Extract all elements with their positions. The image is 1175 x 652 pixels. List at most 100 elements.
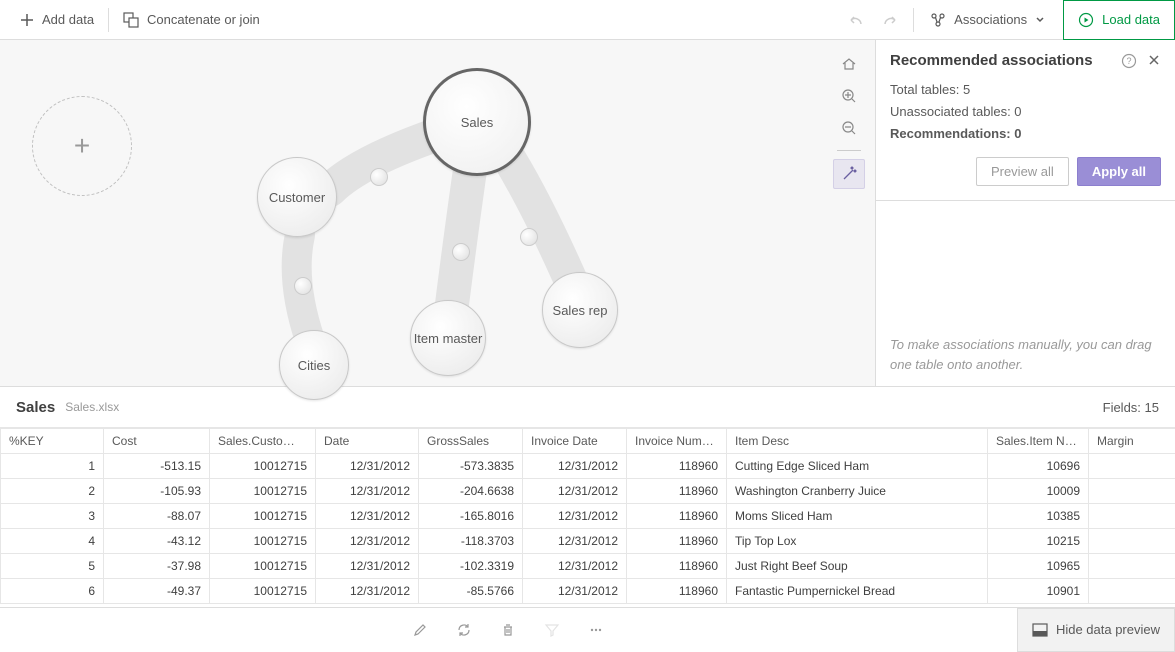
refresh-icon[interactable] xyxy=(456,622,472,638)
table-cell: 10012715 xyxy=(210,579,316,604)
canvas-toolbar xyxy=(833,50,865,189)
home-button[interactable] xyxy=(834,50,864,78)
column-header[interactable]: Sales.Item N… xyxy=(988,429,1089,454)
table-cell: 5 xyxy=(1,554,104,579)
table-cell: 10215 xyxy=(988,529,1089,554)
table-cell: 10012715 xyxy=(210,479,316,504)
table-cell xyxy=(1089,454,1175,479)
close-icon[interactable] xyxy=(1147,53,1161,69)
link-dot xyxy=(520,228,538,246)
concatenate-label: Concatenate or join xyxy=(147,12,260,27)
link-dot xyxy=(370,168,388,186)
magic-wand-button[interactable] xyxy=(833,159,865,189)
delete-icon[interactable] xyxy=(500,622,516,638)
help-icon[interactable]: ? xyxy=(1121,53,1137,69)
column-header[interactable]: Item Desc xyxy=(727,429,988,454)
divider xyxy=(913,8,914,32)
bubble-label: Item master xyxy=(414,331,483,346)
column-header[interactable]: Invoice Num… xyxy=(627,429,727,454)
recommendations-panel: Recommended associations ? Total tables:… xyxy=(875,40,1175,386)
table-row[interactable]: 1-513.151001271512/31/2012-573.383512/31… xyxy=(1,454,1175,479)
apply-all-button[interactable]: Apply all xyxy=(1077,157,1161,186)
column-header[interactable]: Cost xyxy=(104,429,210,454)
edit-icon[interactable] xyxy=(412,622,428,638)
table-cell: Cutting Edge Sliced Ham xyxy=(727,454,988,479)
column-header[interactable]: GrossSales xyxy=(419,429,523,454)
bubble-label: Sales rep xyxy=(553,303,608,318)
svg-text:?: ? xyxy=(1126,56,1131,66)
bubble-sales[interactable]: Sales xyxy=(423,68,531,176)
column-header[interactable]: Date xyxy=(316,429,419,454)
table-cell: 12/31/2012 xyxy=(523,454,627,479)
filter-icon[interactable] xyxy=(544,622,560,638)
preview-header: Sales Sales.xlsx Fields: 15 xyxy=(0,387,1175,427)
table-cell: 12/31/2012 xyxy=(316,579,419,604)
table-cell: 10901 xyxy=(988,579,1089,604)
table-cell xyxy=(1089,579,1175,604)
zoom-out-button[interactable] xyxy=(834,114,864,142)
table-cell: 12/31/2012 xyxy=(316,554,419,579)
table-row[interactable]: 5-37.981001271512/31/2012-102.331912/31/… xyxy=(1,554,1175,579)
undo-button[interactable] xyxy=(839,4,871,36)
zoom-in-button[interactable] xyxy=(834,82,864,110)
load-data-button[interactable]: Load data xyxy=(1063,0,1175,40)
associations-icon xyxy=(930,12,946,28)
table-cell: 12/31/2012 xyxy=(523,529,627,554)
table-row[interactable]: 3-88.071001271512/31/2012-165.801612/31/… xyxy=(1,504,1175,529)
table-cell: 10012715 xyxy=(210,554,316,579)
table-cell: -49.37 xyxy=(104,579,210,604)
association-canvas[interactable]: + Sales Customer Cities Item master Sale… xyxy=(0,40,875,386)
table-cell: -513.15 xyxy=(104,454,210,479)
table-row[interactable]: 2-105.931001271512/31/2012-204.663812/31… xyxy=(1,479,1175,504)
bubble-label: Customer xyxy=(269,190,325,205)
table-cell: -85.5766 xyxy=(419,579,523,604)
table-row[interactable]: 6-49.371001271512/31/2012-85.576612/31/2… xyxy=(1,579,1175,604)
bubble-item-master[interactable]: Item master xyxy=(410,300,486,376)
table-cell: 12/31/2012 xyxy=(523,579,627,604)
table-row[interactable]: 4-43.121001271512/31/2012-118.370312/31/… xyxy=(1,529,1175,554)
data-preview-table[interactable]: %KEYCostSales.Custo…DateGrossSalesInvoic… xyxy=(0,427,1175,607)
table-cell: 118960 xyxy=(627,579,727,604)
table-cell: -43.12 xyxy=(104,529,210,554)
divider xyxy=(108,8,109,32)
play-circle-icon xyxy=(1078,12,1094,28)
table-cell: 118960 xyxy=(627,454,727,479)
preview-filename: Sales.xlsx xyxy=(65,400,119,414)
table-cell: 118960 xyxy=(627,479,727,504)
bubble-cities[interactable]: Cities xyxy=(279,330,349,400)
table-cell xyxy=(1089,554,1175,579)
column-header[interactable]: Invoice Date xyxy=(523,429,627,454)
preview-all-button[interactable]: Preview all xyxy=(976,157,1069,186)
more-icon[interactable] xyxy=(588,622,604,638)
column-header[interactable]: Margin xyxy=(1089,429,1175,454)
table-cell: Just Right Beef Soup xyxy=(727,554,988,579)
table-cell: 12/31/2012 xyxy=(316,479,419,504)
hide-preview-button[interactable]: Hide data preview xyxy=(1017,608,1175,652)
link-dot xyxy=(294,277,312,295)
column-header[interactable]: Sales.Custo… xyxy=(210,429,316,454)
hide-preview-label: Hide data preview xyxy=(1056,622,1160,637)
concatenate-button[interactable]: Concatenate or join xyxy=(111,6,272,34)
associations-dropdown[interactable]: Associations xyxy=(920,6,1055,34)
table-cell: Fantastic Pumpernickel Bread xyxy=(727,579,988,604)
bubble-customer[interactable]: Customer xyxy=(257,157,337,237)
bubble-sales-rep[interactable]: Sales rep xyxy=(542,272,618,348)
bubble-label: Sales xyxy=(461,115,494,130)
redo-button[interactable] xyxy=(875,4,907,36)
bubble-label: Cities xyxy=(298,358,331,373)
table-cell: 2 xyxy=(1,479,104,504)
panel-stats: Total tables: 5 Unassociated tables: 0 R… xyxy=(876,79,1175,157)
table-cell: -37.98 xyxy=(104,554,210,579)
panel-title: Recommended associations xyxy=(890,52,1121,69)
table-cell: 12/31/2012 xyxy=(523,554,627,579)
table-cell xyxy=(1089,479,1175,504)
table-cell: -573.3835 xyxy=(419,454,523,479)
table-cell: 10965 xyxy=(988,554,1089,579)
plus-icon xyxy=(20,13,34,27)
table-cell: 3 xyxy=(1,504,104,529)
column-header[interactable]: %KEY xyxy=(1,429,104,454)
add-data-button[interactable]: Add data xyxy=(8,6,106,33)
table-cell: Moms Sliced Ham xyxy=(727,504,988,529)
table-cell: 12/31/2012 xyxy=(316,529,419,554)
table-cell: 10012715 xyxy=(210,504,316,529)
